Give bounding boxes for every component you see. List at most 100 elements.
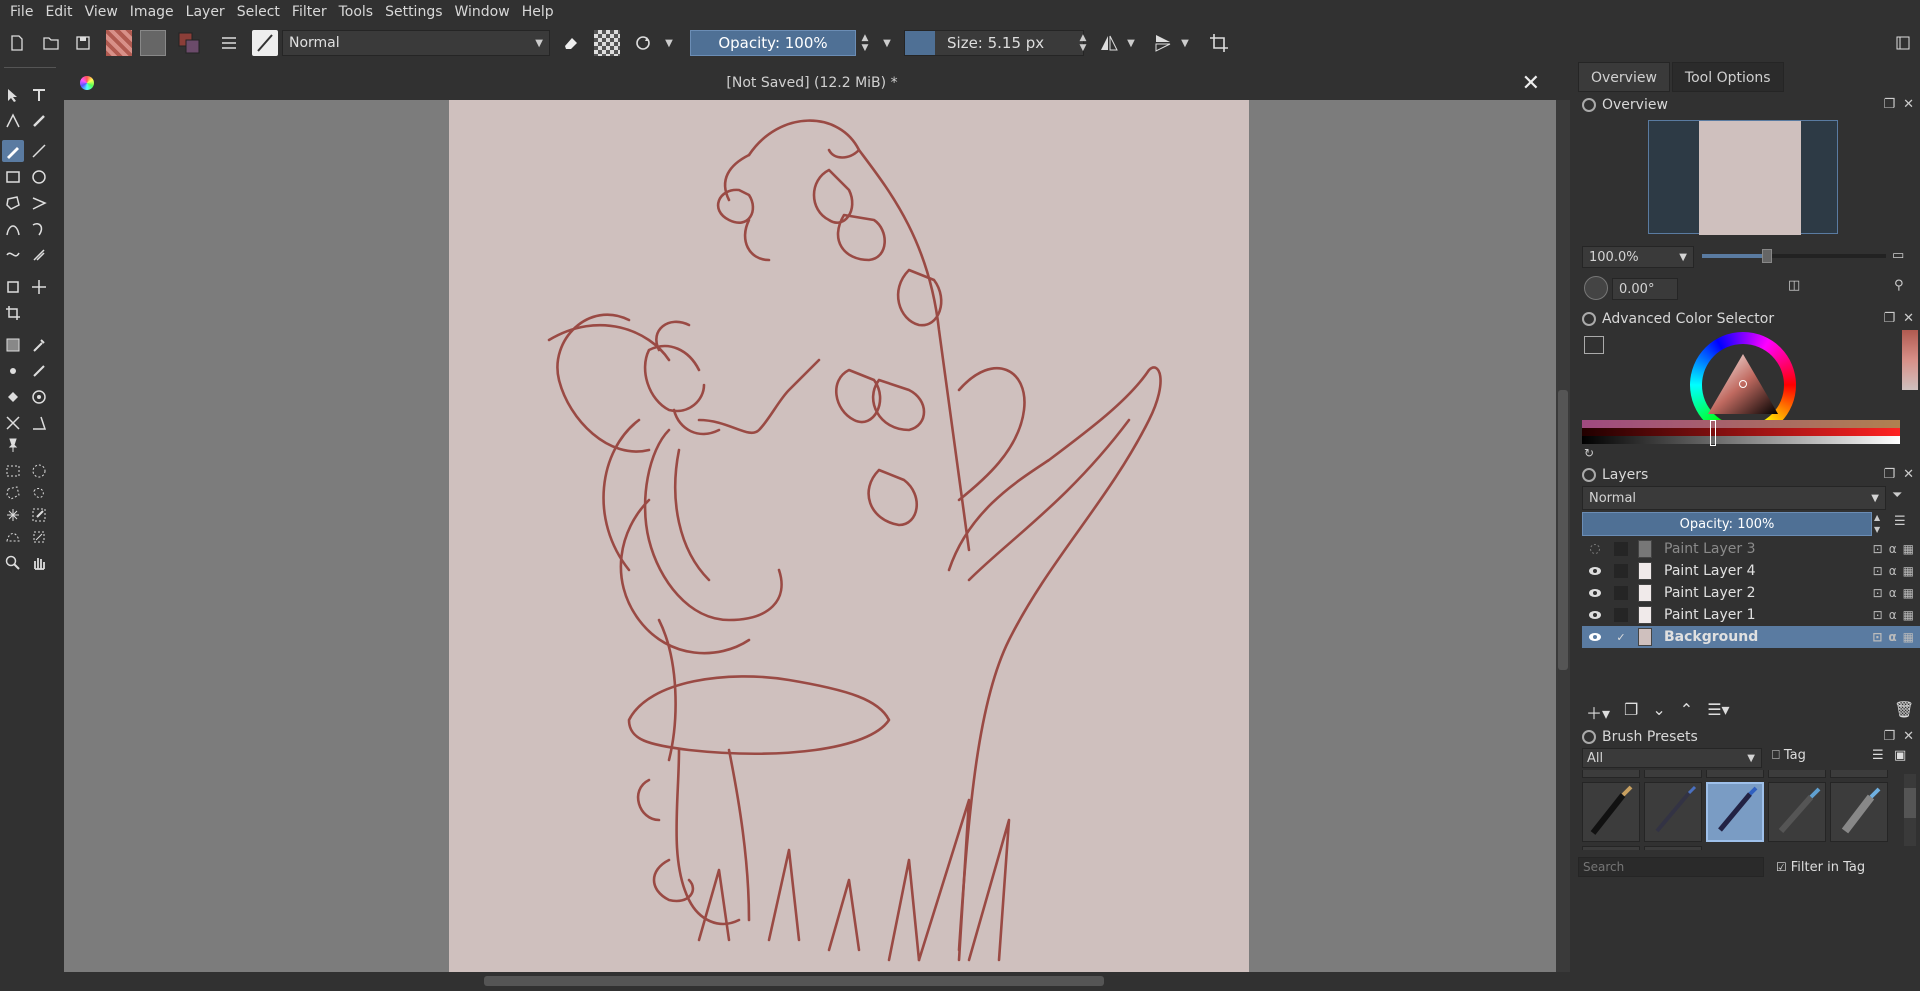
float-icon[interactable]: ❐ (1883, 97, 1895, 112)
add-layer-icon[interactable]: ＋▾ (1586, 700, 1610, 724)
float-icon[interactable]: ❐ (1883, 729, 1895, 744)
crop-wrap-icon[interactable] (1206, 30, 1232, 56)
saturation-slider[interactable] (1582, 428, 1900, 436)
assistant-tool-icon[interactable] (28, 360, 50, 382)
lock-icon[interactable]: ⊡ (1873, 542, 1883, 556)
crop-tool-icon[interactable] (2, 302, 24, 324)
mirror-horizontal-icon[interactable] (1096, 30, 1122, 56)
layer-checkbox[interactable] (1614, 608, 1628, 622)
layer-checkbox[interactable] (1614, 564, 1628, 578)
eraser-icon[interactable] (558, 30, 584, 56)
delete-layer-icon[interactable]: 🗑 (1894, 700, 1914, 719)
layer-blend-mode-select[interactable]: Normal ▼ (1582, 486, 1886, 510)
lock-icon[interactable] (1582, 730, 1596, 744)
color-history-strip[interactable] (1902, 330, 1918, 390)
blend-mode-select[interactable]: Normal ▼ (282, 30, 550, 56)
freehand-select-tool-icon[interactable] (28, 482, 50, 504)
menu-view[interactable]: View (79, 0, 124, 24)
lock-icon[interactable]: ⊡ (1873, 564, 1883, 578)
hue-slider[interactable] (1582, 420, 1900, 428)
color-swatch-icon[interactable] (176, 30, 202, 56)
color-triangle[interactable] (1704, 350, 1782, 420)
pattern-selector-icon[interactable] (140, 30, 166, 56)
contiguous-select-tool-icon[interactable] (2, 504, 24, 526)
brush-preset[interactable] (1644, 782, 1702, 842)
freehand-brush-tool-icon[interactable] (2, 140, 24, 162)
inherit-alpha-icon[interactable]: ▦ (1903, 630, 1914, 644)
select-shapes-tool-icon[interactable] (2, 84, 24, 106)
chevron-down-icon[interactable]: ▼ (662, 30, 676, 56)
menu-layer[interactable]: Layer (180, 0, 231, 24)
fill-tool-icon[interactable] (2, 386, 24, 408)
reload-preset-icon[interactable] (630, 30, 656, 56)
duplicate-layer-icon[interactable]: ❐ (1624, 700, 1638, 724)
tab-overview[interactable]: Overview (1578, 62, 1670, 92)
move-layer-down-icon[interactable]: ⌄ (1652, 700, 1665, 724)
lock-icon[interactable] (1582, 312, 1596, 326)
scroll-thumb[interactable] (1904, 788, 1916, 818)
rect-select-tool-icon[interactable] (2, 460, 24, 482)
zoom-slider[interactable] (1702, 249, 1886, 263)
lock-icon[interactable]: ⊡ (1873, 608, 1883, 622)
inherit-alpha-icon[interactable]: ▦ (1903, 564, 1914, 578)
gradient-tool-icon[interactable] (2, 334, 24, 356)
opacity-stepper[interactable]: ▲ ▼ (858, 30, 872, 56)
menu-window[interactable]: Window (449, 0, 516, 24)
close-icon[interactable]: ✕ (1903, 729, 1914, 744)
preserve-alpha-icon[interactable] (594, 30, 620, 56)
alpha-icon[interactable]: α (1889, 586, 1897, 600)
rotation-input[interactable]: 0.00° (1612, 278, 1678, 300)
filter-icon[interactable]: ⏷ (1892, 488, 1902, 503)
float-icon[interactable]: ❐ (1883, 467, 1895, 482)
zoom-slider-handle[interactable] (1762, 249, 1772, 263)
layer-row[interactable]: Paint Layer 3 ⊡ α ▦ (1582, 538, 1920, 560)
layer-row[interactable]: Paint Layer 1 ⊡ α ▦ (1582, 604, 1920, 626)
color-settings-icon[interactable] (1584, 336, 1604, 354)
filter-in-tag-checkbox[interactable]: ☑ (1776, 860, 1787, 874)
pan-pin-tool-icon[interactable] (2, 434, 24, 456)
brush-preset[interactable] (1582, 846, 1640, 850)
menu-edit[interactable]: Edit (39, 0, 78, 24)
bezier-tool-icon[interactable] (2, 218, 24, 240)
menu-file[interactable]: File (4, 0, 39, 24)
alpha-icon[interactable]: α (1889, 608, 1897, 622)
preset-settings-icon[interactable]: ▣ (1894, 748, 1906, 763)
eye-icon[interactable] (1586, 584, 1604, 602)
calligraphy-tool-icon[interactable] (28, 110, 50, 132)
menu-filter[interactable]: Filter (286, 0, 333, 24)
chevron-down-icon[interactable]: ▼ (1178, 30, 1192, 56)
chevron-down-icon[interactable]: ▼ (1124, 30, 1138, 56)
close-document-icon[interactable]: ✕ (1522, 71, 1540, 96)
polyline-tool-icon[interactable] (28, 192, 50, 214)
layer-properties-icon[interactable]: ☰▾ (1707, 700, 1729, 724)
rotation-dial-icon[interactable] (1584, 276, 1608, 300)
float-icon[interactable]: ❐ (1883, 311, 1895, 326)
lock-icon[interactable] (1582, 98, 1596, 112)
scroll-thumb[interactable] (484, 976, 1104, 986)
layer-opacity-stepper[interactable]: ▲ ▼ (1874, 512, 1886, 536)
magnetic-select-tool-icon[interactable] (28, 526, 50, 548)
polygon-tool-icon[interactable] (2, 192, 24, 214)
value-slider[interactable] (1582, 420, 1900, 446)
alpha-icon[interactable]: α (1889, 542, 1897, 556)
chevron-down-icon[interactable]: ▼ (880, 30, 894, 56)
brush-preset-icon[interactable] (252, 30, 278, 56)
tool-options-icon[interactable] (1890, 30, 1916, 56)
fit-view-icon[interactable]: ▭ (1892, 248, 1904, 263)
pin-icon[interactable]: ⚲ (1894, 278, 1904, 293)
rectangle-tool-icon[interactable] (2, 166, 24, 188)
brush-preset[interactable] (1582, 782, 1640, 842)
vertical-scrollbar[interactable] (1556, 100, 1570, 972)
brush-grid-scrollbar[interactable] (1904, 774, 1916, 846)
line-tool-icon[interactable] (28, 140, 50, 162)
reference-tool-icon[interactable] (2, 412, 24, 434)
edit-shapes-tool-icon[interactable] (2, 110, 24, 132)
inherit-alpha-icon[interactable]: ▦ (1903, 608, 1914, 622)
new-document-icon[interactable] (4, 30, 30, 56)
opacity-slider[interactable]: Opacity: 100% (690, 30, 856, 56)
open-document-icon[interactable] (38, 30, 64, 56)
brush-filter-select[interactable]: All ▼ (1582, 748, 1762, 768)
color-picker-tool-icon[interactable] (28, 334, 50, 356)
ellipse-tool-icon[interactable] (28, 166, 50, 188)
move-layer-up-icon[interactable]: ⌃ (1680, 700, 1693, 724)
